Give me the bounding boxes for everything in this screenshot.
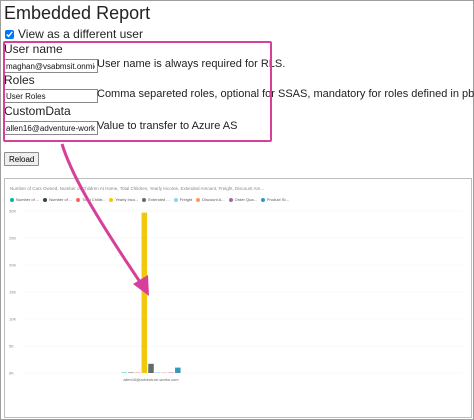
bar[interactable] — [175, 367, 181, 373]
y-tick-label: 25K — [9, 236, 16, 241]
y-tick-label: 0K — [9, 371, 14, 376]
embedded-report: Number of Cars Owned, Number of Children… — [4, 178, 472, 418]
y-tick-label: 15K — [9, 290, 16, 295]
view-as-different-user-checkbox[interactable] — [5, 29, 14, 39]
x-category-label: allen16@adventure-works.com — [123, 377, 179, 382]
page-title: Embedded Report — [4, 3, 151, 23]
reload-button[interactable]: Reload — [4, 152, 40, 166]
y-tick-label: 10K — [9, 317, 16, 322]
y-tick-label: 5K — [9, 344, 14, 349]
annotation-highlight-box — [3, 41, 272, 142]
bar[interactable] — [148, 363, 154, 373]
y-tick-label: 30K — [9, 209, 16, 214]
bar-chart: 0K 5K 10K 15K 20K 25K 30K allen16@adventure-wor… — [9, 209, 463, 382]
bar[interactable] — [154, 372, 161, 373]
y-tick-label: 20K — [9, 263, 16, 268]
view-as-different-user-label: View as a different user — [18, 27, 143, 41]
view-as-different-user-row[interactable]: View as a different user — [4, 27, 143, 41]
bar[interactable] — [141, 212, 148, 373]
